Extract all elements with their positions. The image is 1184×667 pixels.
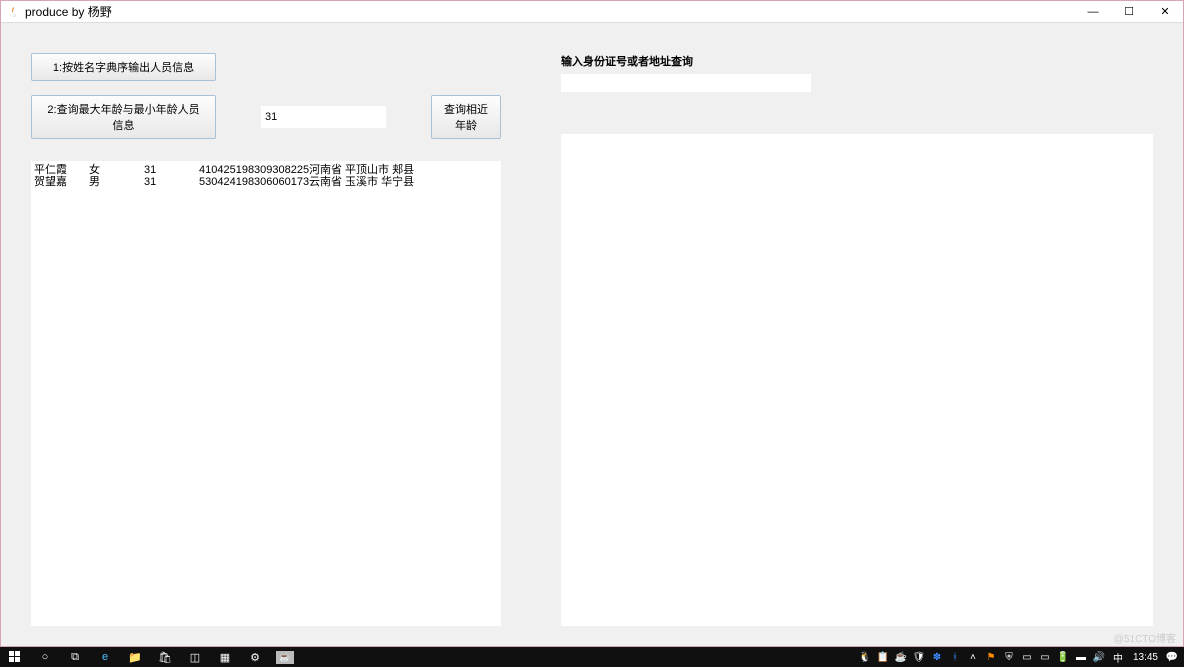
left-panel: 1:按姓名字典序输出人员信息 2:查询最大年龄与最小年龄人员信息 查询相近年龄 … <box>31 53 501 626</box>
clock[interactable]: 13:45 <box>1129 652 1162 663</box>
tray-icon[interactable]: ▭ <box>1037 649 1053 665</box>
notifications-icon[interactable]: 💬 <box>1164 649 1180 665</box>
app-icon-2[interactable]: ▦ <box>210 647 240 667</box>
system-tray: 🐧 📋 ☕ 🛡 ✽ ᚼ ˄ ⚑ ⛨ ▭ ▭ 🔋 ▬ 🔊 中 13:45 💬 <box>857 649 1184 665</box>
tray-icon[interactable]: 📋 <box>875 649 891 665</box>
start-button[interactable] <box>0 647 30 667</box>
right-panel: 输入身份证号或者地址查询 <box>561 53 1153 626</box>
chevron-up-icon[interactable]: ˄ <box>965 649 981 665</box>
query-age-range-button[interactable]: 2:查询最大年龄与最小年龄人员信息 <box>31 95 216 139</box>
java-icon <box>5 4 21 20</box>
volume-icon[interactable]: 🔊 <box>1091 649 1107 665</box>
table-row: 贺望嘉 男 31 530424198306060173 云南省 玉溪市 华宁县 <box>31 176 501 188</box>
cortana-icon[interactable]: ○ <box>30 647 60 667</box>
cell-address: 云南省 玉溪市 华宁县 <box>309 176 498 188</box>
cell-address: 河南省 平顶山市 郏县 <box>309 164 498 176</box>
watermark: @51CTO博客 <box>1114 630 1176 645</box>
close-button[interactable]: ✕ <box>1147 1 1183 23</box>
app-icon-1[interactable]: ◫ <box>180 647 210 667</box>
search-label: 输入身份证号或者地址查询 <box>561 53 1153 69</box>
taskview-icon[interactable]: ⧉ <box>60 647 90 667</box>
tray-icon[interactable]: 🛡 <box>911 649 927 665</box>
taskbar: ○ ⧉ e 📁 🛍 ◫ ▦ ⚙ ☕ 🐧 📋 ☕ 🛡 ✽ ᚼ ˄ ⚑ ⛨ ▭ ▭ … <box>0 647 1184 667</box>
tray-icon[interactable]: ☕ <box>893 649 909 665</box>
cell-age: 31 <box>144 176 199 188</box>
tray-icon[interactable]: ✽ <box>929 649 945 665</box>
content-area: 1:按姓名字典序输出人员信息 2:查询最大年龄与最小年龄人员信息 查询相近年龄 … <box>1 23 1183 646</box>
table-row: 平仁霞 女 31 410425198309308225 河南省 平顶山市 郏县 <box>31 164 501 176</box>
window-title: produce by 杨野 <box>25 3 112 20</box>
query-nearby-age-button[interactable]: 查询相近年龄 <box>431 95 501 139</box>
search-input[interactable] <box>561 74 811 92</box>
bluetooth-icon[interactable]: ᚼ <box>947 649 963 665</box>
titlebar: produce by 杨野 — ☐ ✕ <box>1 1 1183 23</box>
store-icon[interactable]: 🛍 <box>150 647 180 667</box>
cell-name: 贺望嘉 <box>34 176 89 188</box>
search-results-list[interactable] <box>561 134 1153 626</box>
cell-id: 410425198309308225 <box>199 164 309 176</box>
flag-icon[interactable]: ⚑ <box>983 649 999 665</box>
cell-age: 31 <box>144 164 199 176</box>
minimize-button[interactable]: — <box>1075 1 1111 23</box>
security-icon[interactable]: ⛨ <box>1001 649 1017 665</box>
edge-icon[interactable]: e <box>90 647 120 667</box>
cell-gender: 男 <box>89 176 144 188</box>
battery-icon[interactable]: 🔋 <box>1055 649 1071 665</box>
results-list[interactable]: 平仁霞 女 31 410425198309308225 河南省 平顶山市 郏县 … <box>31 161 501 626</box>
window-controls: — ☐ ✕ <box>1075 1 1183 23</box>
right-header: 输入身份证号或者地址查询 <box>561 53 1153 92</box>
left-controls: 1:按姓名字典序输出人员信息 2:查询最大年龄与最小年龄人员信息 查询相近年龄 <box>31 53 501 139</box>
age-input[interactable] <box>261 106 386 128</box>
java-app-icon[interactable]: ☕ <box>270 647 300 667</box>
cell-id: 530424198306060173 <box>199 176 309 188</box>
tray-icon[interactable]: 🐧 <box>857 649 873 665</box>
network-icon[interactable]: ▬ <box>1073 649 1089 665</box>
maximize-button[interactable]: ☐ <box>1111 1 1147 23</box>
tray-icon[interactable]: ▭ <box>1019 649 1035 665</box>
explorer-icon[interactable]: 📁 <box>120 647 150 667</box>
app-window: produce by 杨野 — ☐ ✕ 1:按姓名字典序输出人员信息 2:查询最… <box>0 0 1184 647</box>
cell-name: 平仁霞 <box>34 164 89 176</box>
cell-gender: 女 <box>89 164 144 176</box>
sort-by-name-button[interactable]: 1:按姓名字典序输出人员信息 <box>31 53 216 81</box>
ime-indicator[interactable]: 中 <box>1109 650 1127 665</box>
app-icon-3[interactable]: ⚙ <box>240 647 270 667</box>
